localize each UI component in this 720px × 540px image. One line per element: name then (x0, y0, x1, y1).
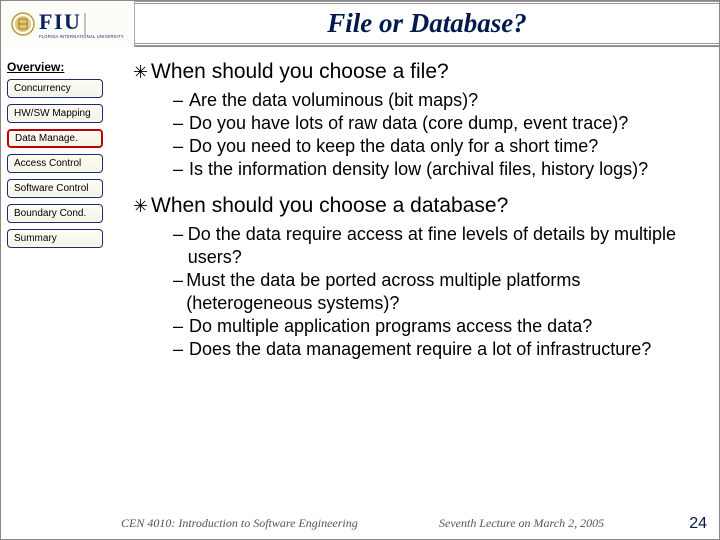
topic-question: When should you choose a database? (151, 193, 508, 219)
dash-icon: – (173, 112, 189, 135)
sub-list: –Do the data require access at fine leve… (173, 223, 693, 361)
logo: F I U FLORIDA INTERNATIONAL UNIVERSITY (1, 1, 135, 47)
sub-text: Is the information density low (archival… (189, 158, 648, 181)
footer-lecture: Seventh Lecture on March 2, 2005 (439, 516, 604, 531)
list-item: –Must the data be ported across multiple… (173, 269, 693, 315)
sidebar-item-boundary-cond[interactable]: Boundary Cond. (7, 204, 103, 223)
sidebar-item-label: Summary (14, 233, 57, 244)
content-area: ✳ When should you choose a file? –Are th… (133, 59, 693, 373)
sidebar-item-hwsw-mapping[interactable]: HW/SW Mapping (7, 104, 103, 123)
sub-text: Does the data management require a lot o… (189, 338, 651, 361)
svg-text:I: I (54, 9, 63, 34)
svg-text:FLORIDA INTERNATIONAL UNIVERSI: FLORIDA INTERNATIONAL UNIVERSITY (39, 34, 124, 39)
list-item: –Is the information density low (archiva… (173, 158, 693, 181)
fiu-logo-icon: F I U FLORIDA INTERNATIONAL UNIVERSITY (9, 7, 127, 41)
sub-list: –Are the data voluminous (bit maps)? –Do… (173, 89, 693, 181)
sub-text: Do multiple application programs access … (189, 315, 592, 338)
svg-text:U: U (64, 9, 80, 34)
list-item: –Do the data require access at fine leve… (173, 223, 693, 269)
bullet-icon: ✳ (133, 193, 151, 219)
sidebar-item-label: Software Control (14, 183, 88, 194)
title-wrap: File or Database? (135, 1, 719, 46)
dash-icon: – (173, 89, 189, 112)
sidebar-item-label: HW/SW Mapping (14, 108, 91, 119)
dash-icon: – (173, 135, 189, 158)
topic-database: ✳ When should you choose a database? (133, 193, 693, 219)
sub-text: Are the data voluminous (bit maps)? (189, 89, 478, 112)
sidebar-item-label: Concurrency (14, 83, 71, 94)
list-item: –Do you need to keep the data only for a… (173, 135, 693, 158)
sidebar-item-data-manage[interactable]: Data Manage. (7, 129, 103, 148)
sidebar: Concurrency HW/SW Mapping Data Manage. A… (7, 79, 103, 248)
sub-text: Do you have lots of raw data (core dump,… (189, 112, 628, 135)
sidebar-item-concurrency[interactable]: Concurrency (7, 79, 103, 98)
title-bar: F I U FLORIDA INTERNATIONAL UNIVERSITY F… (1, 1, 719, 47)
topic-file: ✳ When should you choose a file? (133, 59, 693, 85)
svg-text:F: F (39, 9, 52, 34)
dash-icon: – (173, 269, 186, 315)
sidebar-item-label: Access Control (14, 158, 81, 169)
bullet-icon: ✳ (133, 59, 151, 85)
sub-text: Do the data require access at fine level… (188, 223, 693, 269)
sub-text: Do you need to keep the data only for a … (189, 135, 598, 158)
sidebar-item-summary[interactable]: Summary (7, 229, 103, 248)
sidebar-item-access-control[interactable]: Access Control (7, 154, 103, 173)
list-item: –Do you have lots of raw data (core dump… (173, 112, 693, 135)
footer-course: CEN 4010: Introduction to Software Engin… (121, 516, 358, 531)
page-title: File or Database? (327, 8, 527, 39)
dash-icon: – (173, 315, 189, 338)
dash-icon: – (173, 223, 188, 269)
list-item: –Are the data voluminous (bit maps)? (173, 89, 693, 112)
topic-question: When should you choose a file? (151, 59, 449, 85)
page-number: 24 (689, 515, 707, 533)
sidebar-item-software-control[interactable]: Software Control (7, 179, 103, 198)
list-item: –Do multiple application programs access… (173, 315, 693, 338)
list-item: –Does the data management require a lot … (173, 338, 693, 361)
sidebar-item-label: Boundary Cond. (14, 208, 86, 219)
dash-icon: – (173, 158, 189, 181)
sub-text: Must the data be ported across multiple … (186, 269, 693, 315)
sidebar-item-label: Data Manage. (15, 133, 78, 144)
overview-heading: Overview: (7, 60, 64, 74)
dash-icon: – (173, 338, 189, 361)
